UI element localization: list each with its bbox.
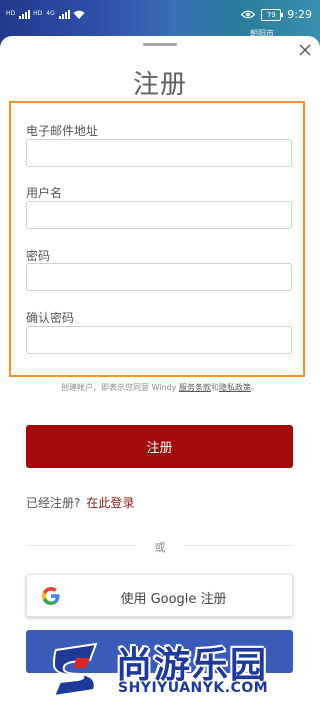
watermark: 尚游乐园 SHYIYUANYK.COM: [0, 630, 320, 707]
confirm-password-field[interactable]: [26, 326, 292, 354]
signal2-tag: HD: [33, 10, 43, 17]
or-divider-label: 或: [154, 541, 166, 554]
wifi-icon: [73, 10, 85, 19]
google-signup-label: 使用 Google 注册: [120, 592, 227, 607]
register-button[interactable]: 注册: [26, 425, 293, 468]
username-field[interactable]: [26, 201, 292, 229]
terms-and: 和: [210, 383, 219, 392]
eye-icon: [241, 10, 256, 19]
page-title: 注册: [132, 70, 187, 100]
status-left: HD HD 4G: [6, 9, 85, 19]
privacy-policy-link[interactable]: 隐私政策: [219, 383, 251, 392]
close-icon[interactable]: [299, 44, 311, 56]
terms-of-service-link[interactable]: 服务条款: [179, 383, 211, 392]
email-field[interactable]: [26, 139, 292, 167]
password-label: 密码: [26, 249, 51, 263]
signal-strength-icon: [58, 9, 70, 19]
login-link[interactable]: 在此登录: [86, 496, 134, 510]
signal1-tag: HD: [6, 10, 16, 17]
confirm-password-label: 确认密码: [26, 311, 75, 325]
battery-icon: 79: [261, 8, 284, 21]
register-sheet: 注册 电子邮件地址 用户名 密码 确认密码 创建帐户，即表示您同意 Windy …: [0, 36, 320, 716]
email-label: 电子邮件地址: [26, 124, 99, 138]
terms-prefix: 创建帐户，即表示您同意 Windy: [61, 383, 179, 392]
already-registered-text: 已经注册?: [26, 496, 81, 510]
status-right: 79 9:29: [241, 8, 312, 21]
signal-strength-icon: [19, 9, 31, 19]
username-label: 用户名: [26, 186, 63, 200]
terms-suffix: 。: [250, 383, 259, 392]
password-field[interactable]: [26, 263, 292, 291]
watermark-logo: [52, 642, 98, 698]
status-time: 9:29: [287, 8, 312, 21]
terms-notice: 创建帐户，即表示您同意 Windy 服务条款和隐私政策。: [0, 382, 320, 393]
status-bar: HD HD 4G 79 9:29: [0, 0, 320, 36]
sheet-drag-handle[interactable]: [143, 43, 177, 46]
network-tag: 4G: [46, 10, 55, 17]
watermark-url: SHYIYUANYK.COM: [118, 680, 269, 696]
google-signup-button[interactable]: 使用 Google 注册: [26, 574, 293, 617]
login-prompt: 已经注册? 在此登录: [26, 494, 134, 511]
divider-right: [184, 545, 294, 546]
